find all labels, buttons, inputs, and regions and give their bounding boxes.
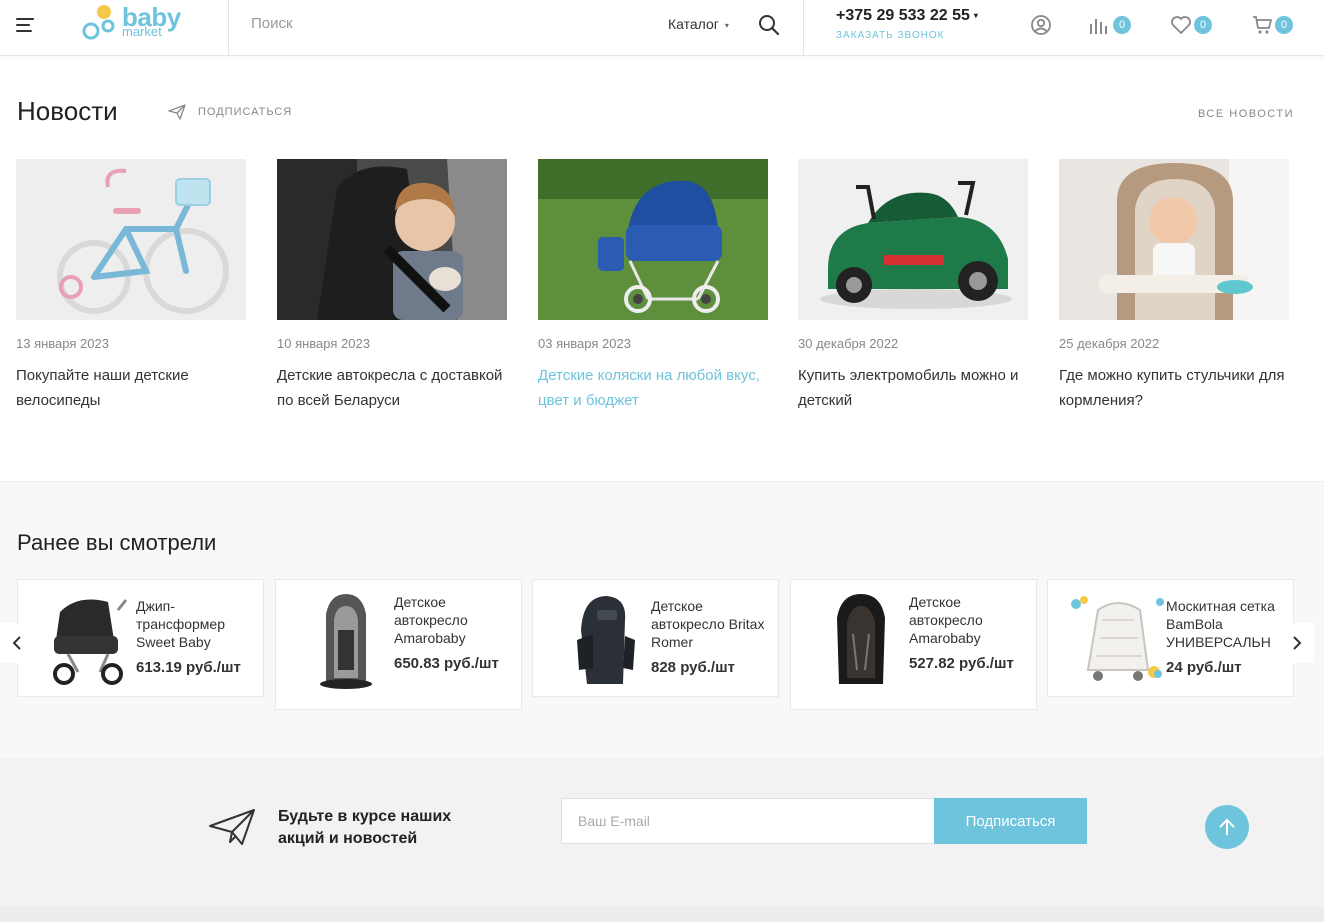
product-name[interactable]: Детское автокресло Amarobaby — [394, 593, 512, 647]
product-image-car-seat[interactable] — [296, 590, 396, 690]
news-title[interactable]: Покупайте наши детские велосипеды — [16, 363, 246, 413]
product-image-car-seat[interactable] — [811, 590, 911, 690]
scroll-to-top-button[interactable] — [1205, 805, 1249, 849]
recently-viewed-section: Ранее вы смотрели Джип-трансформер Sweet… — [0, 481, 1324, 758]
product-image-stroller[interactable] — [38, 590, 138, 690]
product-name[interactable]: Джип-трансформер Sweet Baby — [136, 597, 254, 651]
catalog-label: Каталог — [668, 16, 719, 32]
paper-plane-icon — [168, 104, 186, 120]
carousel-prev-button[interactable] — [0, 623, 34, 663]
news-heading: Новости — [17, 96, 118, 126]
product-price: 613.19 руб./шт — [136, 659, 241, 676]
news-title[interactable]: Где можно купить стульчики для кормления… — [1059, 363, 1289, 413]
favorites-count-badge: 0 — [1194, 16, 1212, 34]
menu-icon[interactable] — [16, 18, 34, 32]
news-image-stroller[interactable] — [538, 159, 768, 320]
divider — [228, 0, 229, 56]
news-card[interactable]: 10 января 2023 Детские автокресла с дост… — [277, 159, 507, 413]
chevron-left-icon — [12, 636, 21, 650]
news-card[interactable]: 30 декабря 2022 Купить электромобиль мож… — [798, 159, 1028, 413]
news-title[interactable]: Купить электромобиль можно и детский — [798, 363, 1028, 413]
chevron-right-icon — [1293, 636, 1302, 650]
product-card[interactable]: Детское автокресло Amarobaby 527.82 руб.… — [790, 579, 1037, 710]
product-image-mosquito-net[interactable] — [1068, 590, 1168, 690]
news-card[interactable]: 13 января 2023 Покупайте наши детские ве… — [16, 159, 246, 413]
compare-icon[interactable] — [1088, 14, 1110, 36]
product-image-car-seat[interactable] — [553, 590, 653, 690]
chevron-down-icon: ▾ — [724, 20, 729, 30]
news-image-electric-car[interactable] — [798, 159, 1028, 320]
product-price: 828 руб./шт — [651, 659, 735, 676]
newsletter-text: Будьте в курсе наших акций и новостей — [278, 808, 452, 847]
footer-strip — [0, 906, 1324, 922]
product-price: 650.83 руб./шт — [394, 655, 499, 672]
product-card[interactable]: Джип-трансформер Sweet Baby 613.19 руб./… — [17, 579, 264, 697]
heart-icon[interactable] — [1170, 14, 1192, 36]
all-news-link[interactable]: Все новости — [1198, 108, 1294, 120]
product-name[interactable]: Москитная сетка BamBola УНИВЕРСАЛЬН — [1166, 597, 1284, 651]
logo-subtext: market — [122, 24, 162, 39]
logo[interactable]: baby market — [80, 2, 190, 42]
news-card[interactable]: 03 января 2023 Детские коляски на любой … — [538, 159, 768, 413]
news-date: 10 января 2023 — [277, 336, 370, 351]
phone-number[interactable]: +375 29 533 22 55 ▾ — [836, 7, 978, 25]
search-icon[interactable] — [758, 14, 780, 36]
recently-viewed-heading: Ранее вы смотрели — [17, 530, 217, 555]
news-image-high-chair[interactable] — [1059, 159, 1289, 320]
subscribe-button[interactable]: Подписаться — [934, 798, 1087, 844]
news-date: 30 декабря 2022 — [798, 336, 899, 351]
news-title[interactable]: Детские автокресла с доставкой по всей Б… — [277, 363, 507, 413]
product-card[interactable]: Детское автокресло Amarobaby 650.83 руб.… — [275, 579, 522, 710]
product-price: 527.82 руб./шт — [909, 655, 1014, 672]
subscribe-label: Подписаться — [198, 106, 293, 118]
news-date: 13 января 2023 — [16, 336, 109, 351]
callback-link[interactable]: Заказать звонок — [836, 30, 944, 41]
news-card[interactable]: 25 декабря 2022 Где можно купить стульчи… — [1059, 159, 1289, 413]
carousel-next-button[interactable] — [1280, 623, 1314, 663]
arrow-up-icon — [1219, 818, 1235, 835]
email-field[interactable] — [561, 798, 935, 844]
product-card[interactable]: Детское автокресло Britax Romer 828 руб.… — [532, 579, 779, 697]
news-subscribe-link[interactable]: Подписаться — [168, 104, 292, 120]
divider — [803, 0, 804, 56]
cart-icon[interactable] — [1252, 14, 1274, 36]
user-icon[interactable] — [1030, 14, 1052, 36]
newsletter-section: Будьте в курсе наших акций и новостей По… — [0, 758, 1324, 906]
phone-text: +375 29 533 22 55 — [836, 7, 970, 24]
chevron-down-icon: ▾ — [973, 11, 978, 21]
product-card[interactable]: Москитная сетка BamBola УНИВЕРСАЛЬН 24 р… — [1047, 579, 1294, 697]
news-date: 03 января 2023 — [538, 336, 631, 351]
product-price: 24 руб./шт — [1166, 659, 1242, 676]
cart-count-badge: 0 — [1275, 16, 1293, 34]
search-input[interactable] — [251, 15, 631, 32]
news-image-car-seat[interactable] — [277, 159, 507, 320]
product-name[interactable]: Детское автокресло Amarobaby — [909, 593, 1027, 647]
news-title[interactable]: Детские коляски на любой вкус, цвет и бю… — [538, 363, 768, 413]
paper-plane-icon — [209, 809, 255, 845]
product-name[interactable]: Детское автокресло Britax Romer — [651, 597, 769, 651]
news-date: 25 декабря 2022 — [1059, 336, 1160, 351]
site-header: baby market Каталог▾ +375 29 533 22 55▾ … — [0, 0, 1324, 56]
logo-mark-icon — [82, 5, 115, 40]
catalog-dropdown[interactable]: Каталог ▾ — [668, 16, 729, 32]
compare-count-badge: 0 — [1113, 16, 1131, 34]
news-image-bicycle[interactable] — [16, 159, 246, 320]
